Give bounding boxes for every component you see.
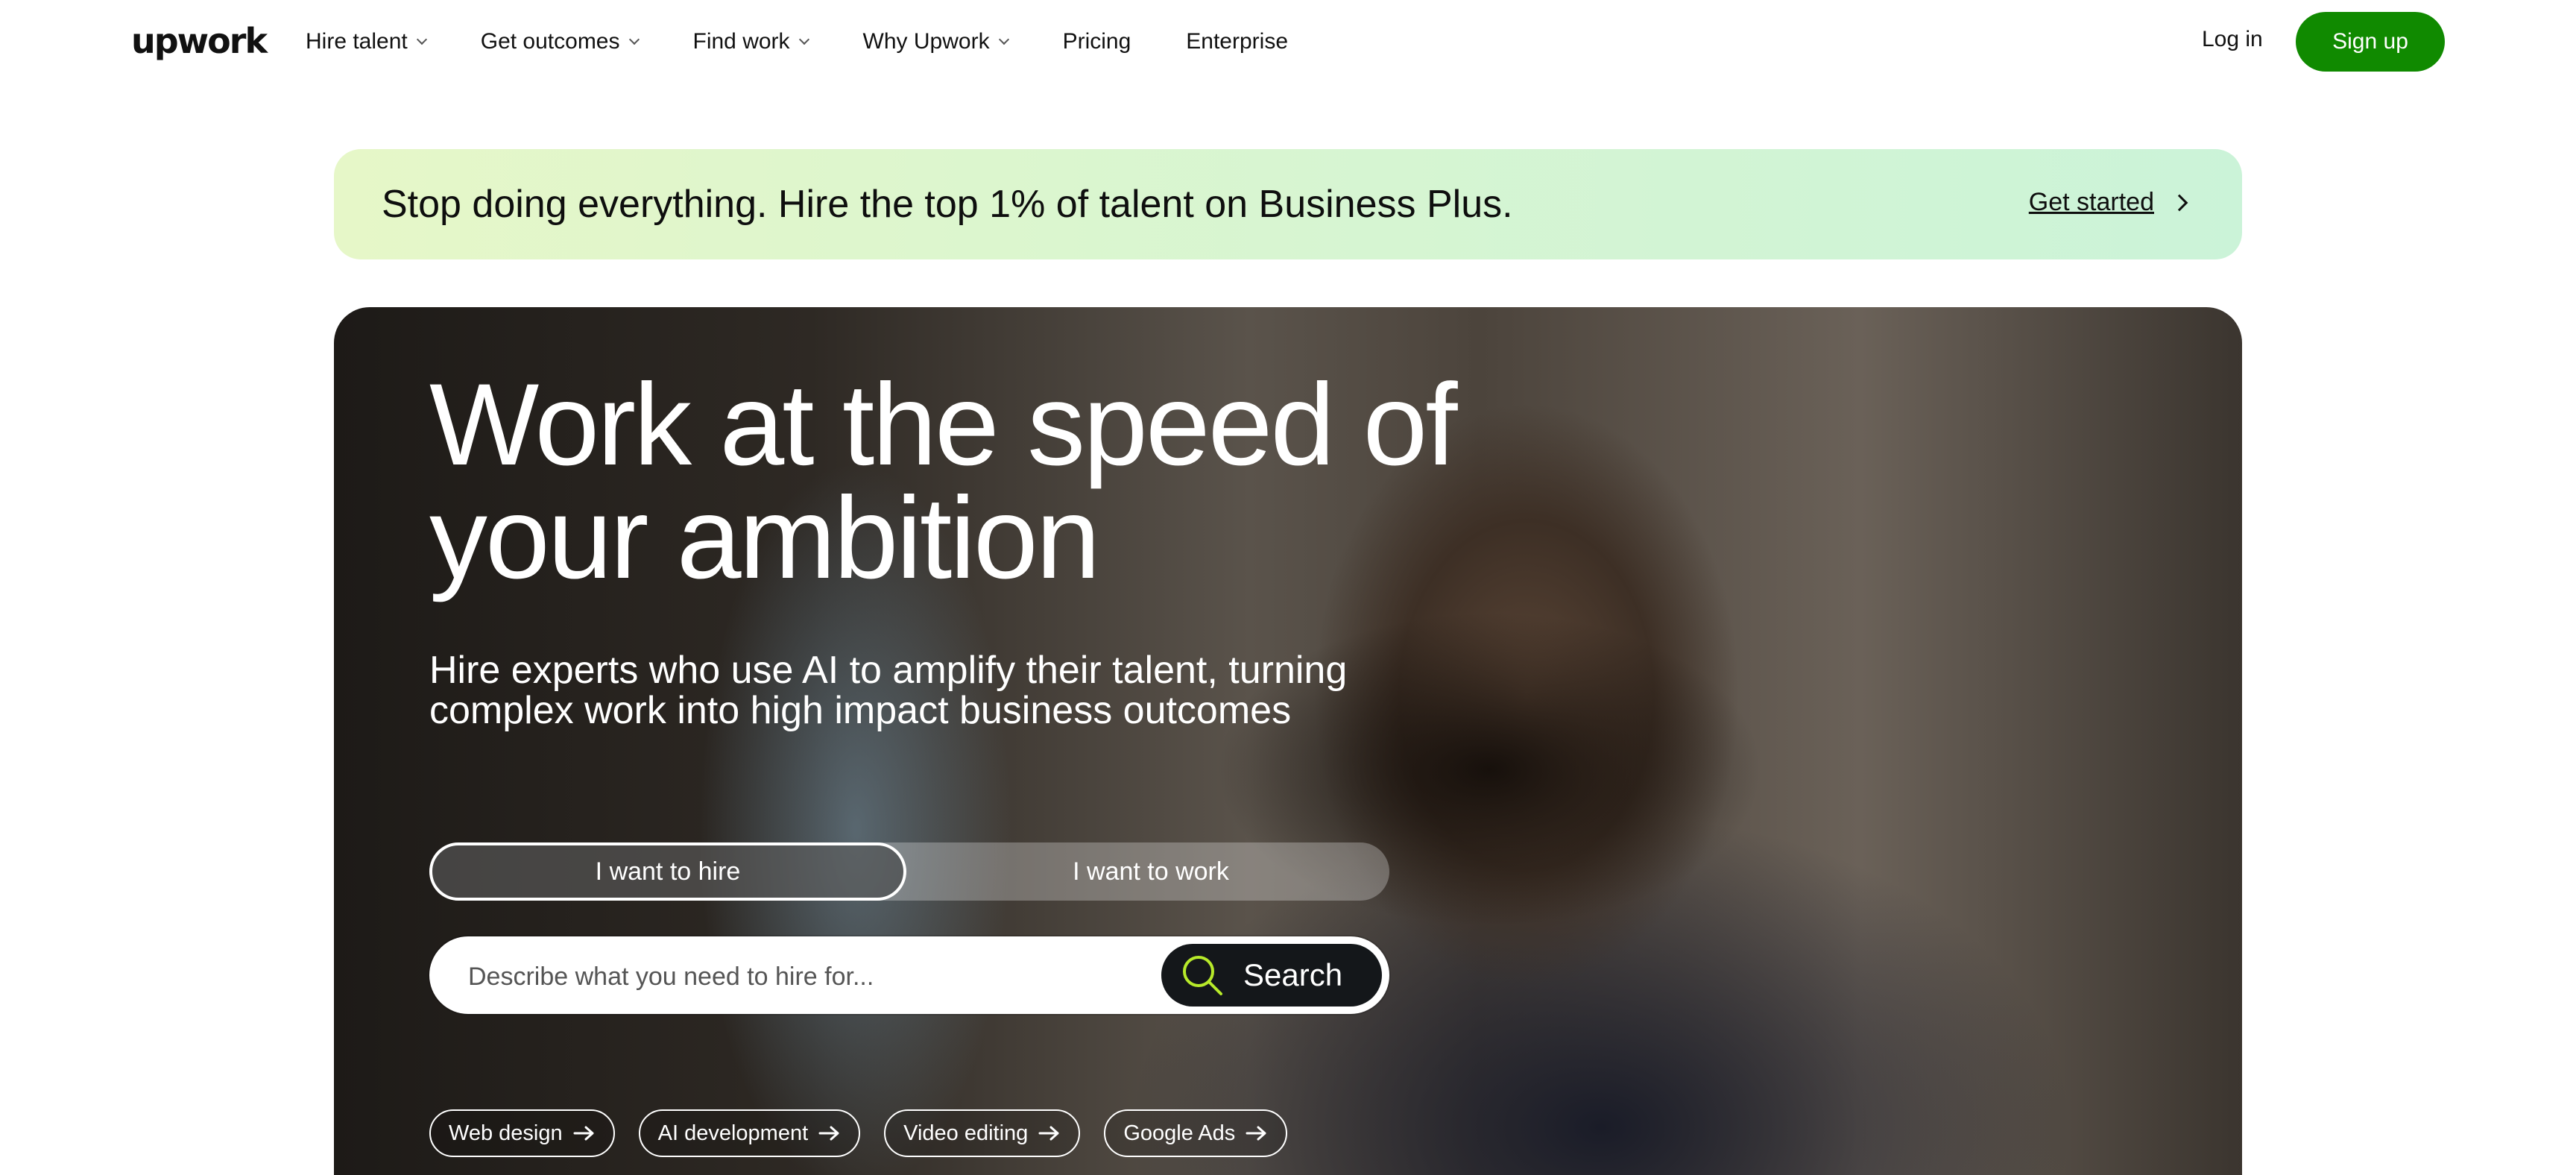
hero-section: Work at the speed of your ambition Hire … bbox=[334, 307, 2242, 1175]
search-bar: Search bbox=[429, 936, 1389, 1014]
hero-subheadline: Hire experts who use AI to amplify their… bbox=[429, 650, 1398, 731]
hero-subheadline-line: Hire experts who use AI to amplify their… bbox=[429, 649, 1348, 692]
chip-label: Web design bbox=[449, 1121, 563, 1145]
nav-item-label: Pricing bbox=[1062, 29, 1131, 54]
arrow-right-icon bbox=[1038, 1126, 1059, 1141]
i-want-to-hire-tab[interactable]: I want to hire bbox=[429, 842, 906, 901]
upwork-logo[interactable]: upwork bbox=[131, 21, 268, 61]
signup-button[interactable]: Sign up bbox=[2296, 12, 2445, 72]
chip-ai-development[interactable]: AI development bbox=[638, 1109, 861, 1157]
hero-headline-line: Work at the speed of bbox=[429, 360, 1458, 490]
chevron-down-icon bbox=[628, 34, 640, 45]
hero-headline-line: your ambition bbox=[429, 473, 1100, 603]
search-button-label: Search bbox=[1243, 957, 1343, 992]
nav-item-label: Get outcomes bbox=[480, 29, 620, 54]
chip-video-editing[interactable]: Video editing bbox=[884, 1109, 1081, 1157]
hero-subheadline-line: complex work into high impact business o… bbox=[429, 689, 1292, 732]
chip-label: AI development bbox=[657, 1121, 809, 1145]
nav-item-pricing[interactable]: Pricing bbox=[1063, 29, 1131, 54]
chip-web-design[interactable]: Web design bbox=[429, 1109, 615, 1157]
search-icon bbox=[1183, 956, 1222, 995]
login-link[interactable]: Log in bbox=[2202, 27, 2263, 52]
chip-label: Video editing bbox=[903, 1121, 1029, 1145]
nav-item-label: Enterprise bbox=[1186, 29, 1289, 54]
nav-item-label: Why Upwork bbox=[862, 29, 990, 54]
search-input[interactable] bbox=[468, 954, 1139, 999]
arrow-right-icon bbox=[818, 1126, 839, 1141]
arrow-right-icon bbox=[1246, 1126, 1266, 1141]
nav-menu: Hire talent Get outcomes Find work Why U… bbox=[306, 0, 1343, 84]
nav-item-hire-talent[interactable]: Hire talent bbox=[306, 29, 427, 54]
top-navigation: upwork Hire talent Get outcomes Find wor… bbox=[0, 0, 2576, 84]
nav-item-find-work[interactable]: Find work bbox=[692, 29, 809, 54]
nav-item-why-upwork[interactable]: Why Upwork bbox=[862, 29, 1009, 54]
chevron-down-icon bbox=[998, 34, 1009, 45]
promo-text: Stop doing everything. Hire the top 1% o… bbox=[382, 183, 1513, 226]
promo-banner: Stop doing everything. Hire the top 1% o… bbox=[334, 149, 2242, 259]
chevron-down-icon bbox=[416, 34, 427, 45]
nav-item-get-outcomes[interactable]: Get outcomes bbox=[480, 29, 640, 54]
nav-item-label: Find work bbox=[692, 29, 790, 54]
chip-google-ads[interactable]: Google Ads bbox=[1104, 1109, 1288, 1157]
arrow-right-icon bbox=[573, 1126, 594, 1141]
category-chips: Web design AI development Video editing … bbox=[429, 1109, 1311, 1157]
get-started-link[interactable]: Get started bbox=[2028, 188, 2188, 217]
get-started-label: Get started bbox=[2028, 188, 2154, 216]
nav-item-label: Hire talent bbox=[306, 29, 408, 54]
chevron-down-icon bbox=[798, 34, 809, 45]
chip-label: Google Ads bbox=[1123, 1121, 1236, 1145]
i-want-to-work-tab[interactable]: I want to work bbox=[912, 842, 1389, 901]
nav-item-enterprise[interactable]: Enterprise bbox=[1186, 29, 1288, 54]
hire-work-toggle: I want to hire I want to work bbox=[429, 842, 1389, 901]
hero-headline: Work at the speed of your ambition bbox=[429, 360, 1547, 603]
chevron-right-icon bbox=[2171, 194, 2188, 211]
search-button[interactable]: Search bbox=[1161, 944, 1382, 1007]
